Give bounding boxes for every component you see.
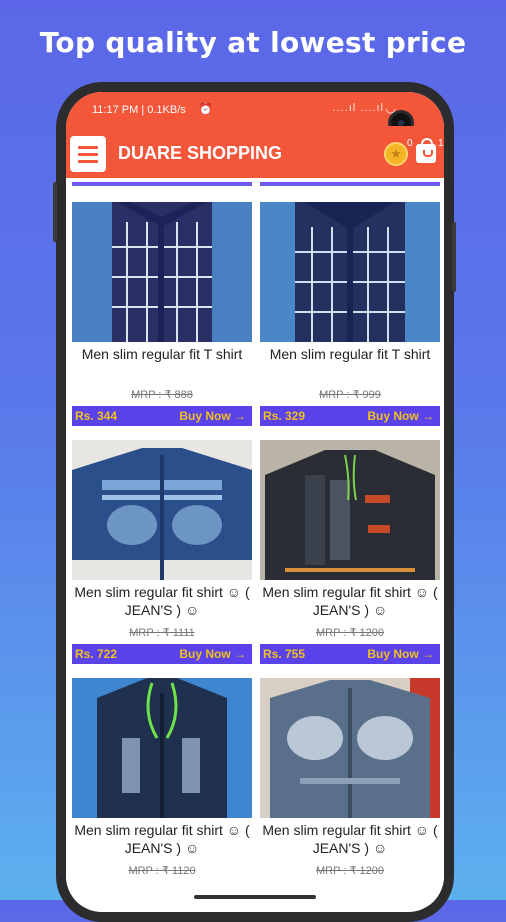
promo-headline: Top quality at lowest price <box>39 26 467 59</box>
product-image[interactable] <box>72 678 252 818</box>
product-image[interactable] <box>260 678 440 818</box>
product-name: Men slim regular fit shirt ☺ ( JEAN'S ) … <box>262 822 438 856</box>
app-bar: DUARE SHOPPING ★ 0 1 <box>66 126 444 178</box>
product-name: Men slim regular fit T shirt <box>81 346 243 362</box>
product-image[interactable] <box>72 440 252 580</box>
product-mrp: MRP : ₹ 1200 <box>316 627 384 639</box>
product-mrp: MRP : ₹ 1120 <box>128 865 196 877</box>
app-title: DUARE SHOPPING <box>118 143 283 163</box>
status-time: 11:17 PM | 0.1KB/s <box>92 104 186 116</box>
buy-now-button[interactable]: Buy Now → <box>367 409 434 423</box>
alarm-icon: ⏰ <box>198 102 213 116</box>
hamburger-line <box>78 153 98 156</box>
product-price: Rs. 344 <box>75 409 118 423</box>
volume-button <box>53 182 57 242</box>
product-image[interactable] <box>260 202 440 342</box>
product-card[interactable]: Men slim regular fit shirt ☺ ( JEAN'S ) … <box>72 440 252 668</box>
strip-segment <box>260 182 440 186</box>
product-name: Men slim regular fit shirt ☺ ( JEAN'S ) … <box>74 584 250 618</box>
signal-icon: ....ıl ....ıl <box>332 102 384 114</box>
product-card[interactable]: Men slim regular fit T shirt MRP : ₹ 999… <box>260 202 440 430</box>
product-name: Men slim regular fit T shirt <box>269 346 431 362</box>
product-name: Men slim regular fit shirt ☺ ( JEAN'S ) … <box>74 822 250 856</box>
category-strip <box>66 178 444 190</box>
product-card[interactable]: Men slim regular fit shirt ☺ ( JEAN'S ) … <box>260 678 440 906</box>
product-price: Rs. 755 <box>263 647 306 661</box>
status-bar: 11:17 PM | 0.1KB/s ⏰ ....ıl ....ıl ◡ <box>66 92 444 136</box>
product-grid: Men slim regular fit T shirt MRP : ₹ 888… <box>66 178 444 912</box>
power-button <box>452 222 456 292</box>
buy-now-button[interactable]: Buy Now → <box>179 647 246 661</box>
product-card[interactable]: Men slim regular fit shirt ☺ ( JEAN'S ) … <box>72 678 252 906</box>
coin-count: 0 <box>407 138 413 149</box>
price-bar: Rs. 722 Buy Now → <box>72 644 252 664</box>
coin-icon[interactable]: ★ <box>384 142 408 166</box>
buy-now-button[interactable]: Buy Now → <box>367 647 434 661</box>
product-image[interactable] <box>72 202 252 342</box>
product-card[interactable]: Men slim regular fit shirt ☺ ( JEAN'S ) … <box>260 440 440 668</box>
phone-screen: 11:17 PM | 0.1KB/s ⏰ ....ıl ....ıl ◡ DUA… <box>66 92 444 912</box>
product-mrp: MRP : ₹ 888 <box>131 389 193 401</box>
price-bar: Rs. 329 Buy Now → <box>260 406 440 426</box>
product-price: Rs. 722 <box>75 647 118 661</box>
price-bar: Rs. 344 Buy Now → <box>72 406 252 426</box>
product-mrp: MRP : ₹ 1111 <box>129 627 195 639</box>
price-bar: Rs. 755 Buy Now → <box>260 644 440 664</box>
product-card[interactable]: Men slim regular fit T shirt MRP : ₹ 888… <box>72 202 252 430</box>
product-name: Men slim regular fit shirt ☺ ( JEAN'S ) … <box>262 584 438 618</box>
product-price: Rs. 329 <box>263 409 306 423</box>
product-mrp: MRP : ₹ 999 <box>319 389 381 401</box>
shopping-bag-icon[interactable] <box>416 138 436 163</box>
product-mrp: MRP : ₹ 1200 <box>316 865 384 877</box>
hamburger-icon <box>78 146 98 149</box>
product-image[interactable] <box>260 440 440 580</box>
cart-count: 1 <box>438 138 444 149</box>
strip-segment <box>72 182 252 186</box>
buy-now-button[interactable]: Buy Now → <box>179 409 246 423</box>
hamburger-line <box>78 160 98 163</box>
phone-frame: 11:17 PM | 0.1KB/s ⏰ ....ıl ....ıl ◡ DUA… <box>53 82 456 922</box>
hamburger-menu-button[interactable] <box>70 136 106 172</box>
home-indicator[interactable] <box>194 895 316 899</box>
